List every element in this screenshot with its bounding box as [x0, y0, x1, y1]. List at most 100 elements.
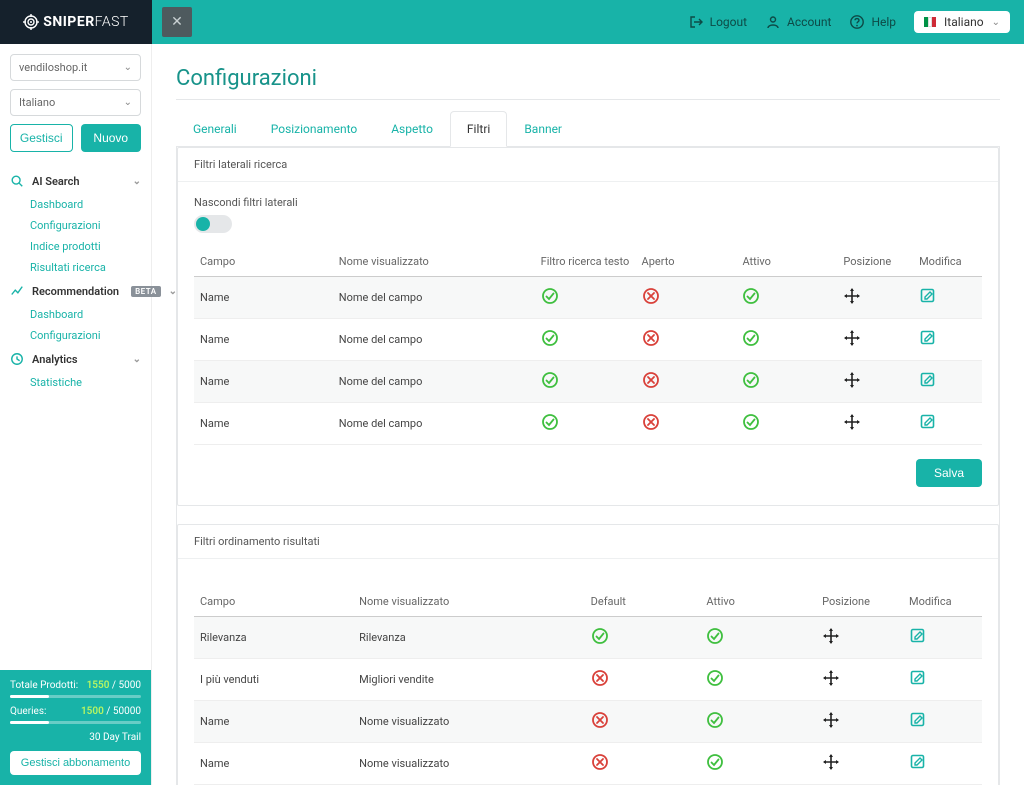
cross-icon [591, 753, 609, 771]
th: Nome visualizzato [333, 247, 535, 277]
check-icon [541, 413, 559, 431]
edit-icon[interactable] [909, 627, 927, 645]
nav-group-ai-search[interactable]: AI Search⌄ [0, 168, 151, 194]
move-icon[interactable] [843, 329, 861, 347]
check-icon [706, 711, 724, 729]
nav-group-label: AI Search [32, 175, 80, 188]
table-row: NameNome del campo [194, 277, 982, 319]
hide-filters-label: Nascondi filtri laterali [194, 196, 982, 209]
sidebar-lang-select[interactable]: Italiano ⌄ [10, 89, 141, 116]
shop-select[interactable]: vendiloshop.it ⌄ [10, 54, 141, 81]
th: Filtro ricerca testo [535, 247, 636, 277]
nav-item-statistiche[interactable]: Statistiche [0, 372, 151, 393]
cell-campo: I più venduti [194, 659, 353, 701]
subscribe-button[interactable]: Gestisci abbonamento [10, 751, 141, 775]
page-title: Configurazioni [176, 66, 1000, 91]
account-label: Account [787, 15, 831, 29]
logout-link[interactable]: Logout [688, 14, 747, 30]
edit-icon[interactable] [909, 753, 927, 771]
chevron-down-icon: ⌄ [124, 62, 132, 73]
th: Modifica [913, 247, 982, 277]
cross-icon [591, 669, 609, 687]
cross-icon [642, 329, 660, 347]
cross-icon [642, 287, 660, 305]
cell-campo: Name [194, 701, 353, 743]
logo[interactable]: SNIPERFAST [0, 0, 152, 44]
move-icon[interactable] [822, 669, 840, 687]
check-icon [591, 627, 609, 645]
logo-thin: FAST [95, 14, 129, 30]
nav-group-analytics[interactable]: Analytics⌄ [0, 346, 151, 372]
sort-table: CampoNome visualizzatoDefaultAttivoPosiz… [194, 587, 982, 785]
products-label: Totale Prodotti: [10, 680, 78, 691]
check-icon [742, 287, 760, 305]
tab-banner[interactable]: Banner [507, 111, 579, 147]
move-icon[interactable] [822, 753, 840, 771]
cell-nome: Nome del campo [333, 361, 535, 403]
th: Attivo [700, 587, 816, 617]
nav-item-configurazioni[interactable]: Configurazioni [0, 325, 151, 346]
cross-icon [642, 371, 660, 389]
check-icon [706, 669, 724, 687]
topbar: SNIPERFAST ✕ Logout Account Help Italian… [0, 0, 1024, 44]
check-icon [742, 329, 760, 347]
tab-generali[interactable]: Generali [176, 111, 254, 147]
edit-icon[interactable] [909, 669, 927, 687]
cell-nome: Nome visualizzato [353, 743, 585, 785]
collapse-sidebar-button[interactable]: ✕ [162, 7, 192, 37]
beta-badge: BETA [131, 286, 161, 297]
move-icon[interactable] [843, 413, 861, 431]
new-button[interactable]: Nuovo [81, 124, 142, 152]
account-link[interactable]: Account [765, 14, 831, 30]
edit-icon[interactable] [919, 371, 937, 389]
table-row: RilevanzaRilevanza [194, 617, 982, 659]
manage-button[interactable]: Gestisci [10, 124, 73, 152]
card2-title: Filtri ordinamento risultati [178, 525, 998, 559]
edit-icon[interactable] [919, 329, 937, 347]
edit-icon[interactable] [919, 287, 937, 305]
nav-group-recommendation[interactable]: RecommendationBETA⌄ [0, 278, 151, 304]
cross-icon [591, 711, 609, 729]
cell-nome: Nome del campo [333, 319, 535, 361]
move-icon[interactable] [822, 711, 840, 729]
edit-icon[interactable] [909, 711, 927, 729]
help-link[interactable]: Help [849, 14, 896, 30]
tab-aspetto[interactable]: Aspetto [374, 111, 450, 147]
sidebar-lang-value: Italiano [19, 96, 55, 109]
tab-posizionamento[interactable]: Posizionamento [254, 111, 374, 147]
check-icon [706, 627, 724, 645]
move-icon[interactable] [843, 287, 861, 305]
edit-icon[interactable] [919, 413, 937, 431]
divider [176, 99, 1000, 100]
chevron-down-icon: ⌄ [169, 286, 177, 297]
trail-label: 30 Day Trail [10, 732, 141, 743]
products-max: / 5000 [112, 680, 141, 691]
move-icon[interactable] [822, 627, 840, 645]
shop-select-value: vendiloshop.it [19, 61, 87, 74]
search-icon [10, 174, 24, 188]
nav-item-dashboard[interactable]: Dashboard [0, 194, 151, 215]
check-icon [706, 753, 724, 771]
language-select[interactable]: Italiano ⌄ [914, 11, 1010, 33]
nav-item-configurazioni[interactable]: Configurazioni [0, 215, 151, 236]
target-icon [23, 14, 39, 30]
filters-table: CampoNome visualizzatoFiltro ricerca tes… [194, 247, 982, 445]
products-bar [10, 695, 141, 698]
nav-item-dashboard[interactable]: Dashboard [0, 304, 151, 325]
save-button-1[interactable]: Salva [916, 459, 982, 487]
th: Default [585, 587, 701, 617]
move-icon[interactable] [843, 371, 861, 389]
cell-campo: Name [194, 361, 333, 403]
check-icon [742, 413, 760, 431]
nav-item-risultati-ricerca[interactable]: Risultati ricerca [0, 257, 151, 278]
th: Posizione [837, 247, 913, 277]
cell-nome: Rilevanza [353, 617, 585, 659]
th: Campo [194, 247, 333, 277]
tab-filtri[interactable]: Filtri [450, 111, 507, 147]
check-icon [742, 371, 760, 389]
nav-item-indice-prodotti[interactable]: Indice prodotti [0, 236, 151, 257]
nav: AI Search⌄DashboardConfigurazioniIndice … [0, 162, 151, 399]
hide-filters-toggle[interactable] [194, 215, 232, 233]
cell-campo: Name [194, 403, 333, 445]
th: Campo [194, 587, 353, 617]
